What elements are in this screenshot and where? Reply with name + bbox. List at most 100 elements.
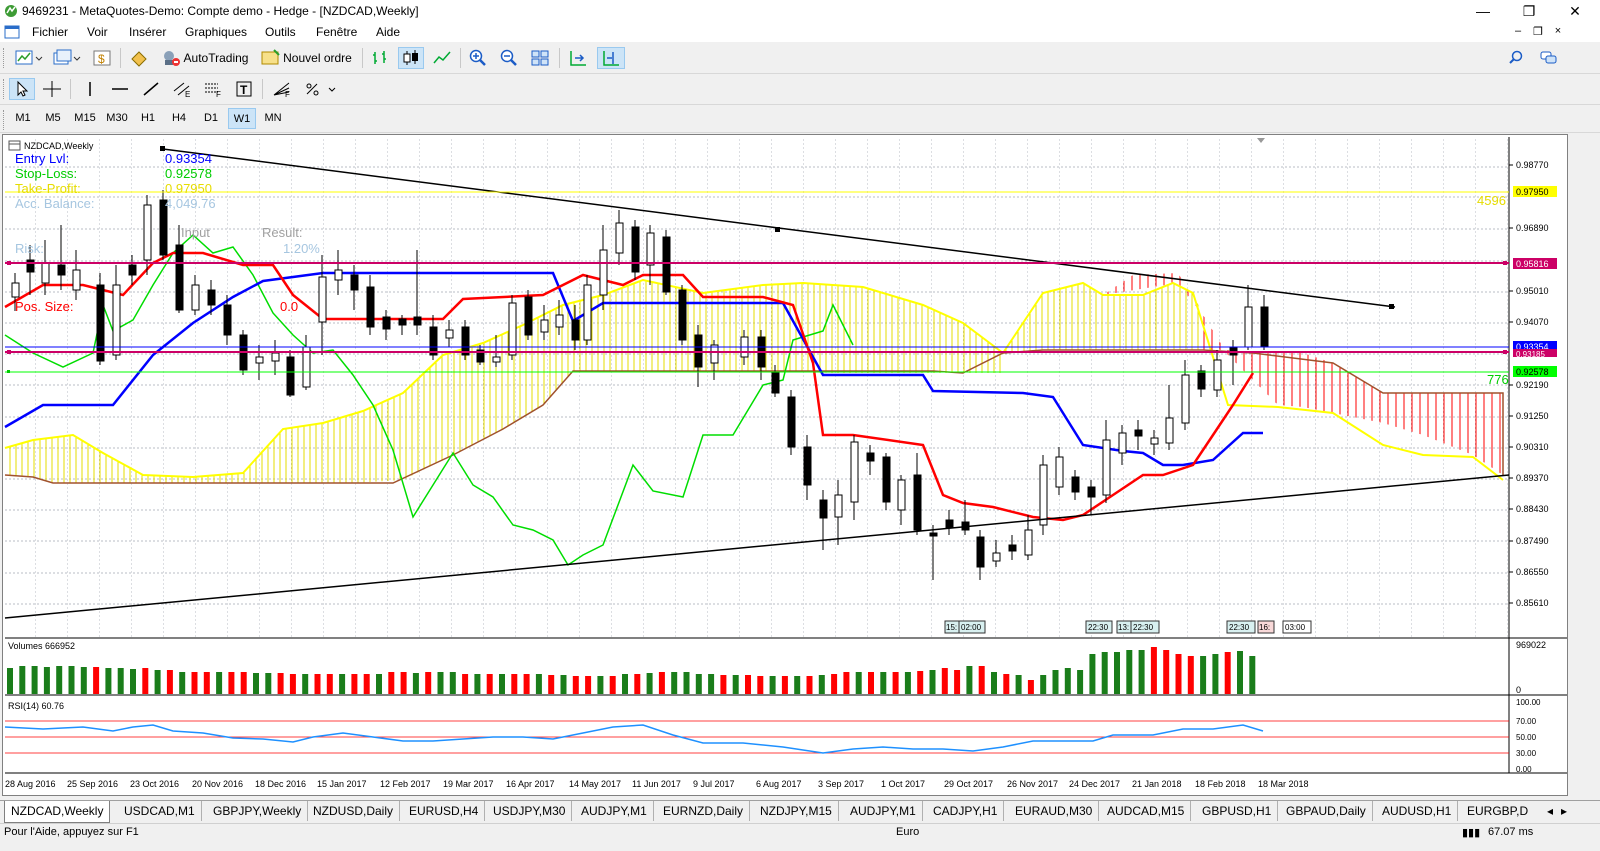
zoom-out-button[interactable] <box>497 47 521 69</box>
tab-nzdcad-weekly[interactable]: NZDCAD,Weekly <box>4 801 111 823</box>
candlestick-button[interactable] <box>398 47 424 69</box>
tab-audusd-h1[interactable]: AUDUSD,H1 <box>1376 801 1459 821</box>
tile-windows-button[interactable] <box>528 47 552 69</box>
autoscroll-button[interactable] <box>566 47 590 69</box>
time-axis[interactable]: 28 Aug 2016 25 Sep 2016 23 Oct 2016 20 N… <box>5 779 1309 789</box>
timeframe-m30[interactable]: M30 <box>103 108 131 129</box>
volume-bar <box>19 666 26 694</box>
tab-eurusd-h4[interactable]: EURUSD,H4 <box>403 801 486 821</box>
mdi-close-button[interactable]: × <box>1550 25 1566 37</box>
date-label: 24 Dec 2017 <box>1069 779 1120 789</box>
trendline-anchor[interactable] <box>1389 304 1394 309</box>
menu-fenetre[interactable]: Fenêtre <box>316 25 357 39</box>
navigator-button[interactable] <box>127 47 151 69</box>
menu-outils[interactable]: Outils <box>265 25 296 39</box>
tab-nzdjpy-m15[interactable]: NZDJPY,M15 <box>754 801 839 821</box>
candle <box>271 352 280 362</box>
minimize-button[interactable]: — <box>1460 0 1506 22</box>
tab-scroll-left-button[interactable]: ◂ <box>1546 801 1554 821</box>
shapes-dropdown-tool[interactable] <box>301 78 341 100</box>
vertical-line-tool[interactable] <box>78 78 102 100</box>
volumes-pane[interactable]: Volumes 666952 969022 0 <box>7 640 1546 695</box>
volume-bar <box>31 666 38 694</box>
tab-audjpy-m1-2[interactable]: AUDJPY,M1 <box>844 801 923 821</box>
toolbar-grip[interactable] <box>3 79 7 99</box>
tab-scroll-right-button[interactable]: ▸ <box>1560 801 1568 821</box>
new-order-button[interactable]: Nouvel ordre <box>258 47 354 69</box>
shapes-dropdown-icon <box>306 83 336 96</box>
menu-aide[interactable]: Aide <box>376 25 400 39</box>
tab-audjpy-m1[interactable]: AUDJPY,M1 <box>575 801 654 821</box>
timeframe-m1[interactable]: M1 <box>9 108 37 129</box>
mdi-minimize-button[interactable]: – <box>1510 25 1526 37</box>
event-label: 22:30 <box>1133 623 1154 632</box>
trendline-tool[interactable] <box>139 78 163 100</box>
candle <box>1055 456 1064 488</box>
volume-bar <box>93 667 100 694</box>
menu-fichier[interactable]: Fichier <box>32 25 68 39</box>
candle <box>945 519 954 529</box>
tab-gbpusd-h1[interactable]: GBPUSD,H1 <box>1196 801 1279 821</box>
cursor-tool[interactable] <box>9 78 35 100</box>
menu-graphiques[interactable]: Graphiques <box>185 25 247 39</box>
tab-euraud-m30[interactable]: EURAUD,M30 <box>1009 801 1100 821</box>
bar-chart-button[interactable] <box>368 47 392 69</box>
zoom-in-button[interactable] <box>466 47 490 69</box>
chart-window[interactable]: 4596 776 0.98770 0.97950 0.96890 0.95816… <box>2 134 1568 796</box>
timeframe-h4[interactable]: H4 <box>165 108 193 129</box>
chart-canvas[interactable]: 4596 776 0.98770 0.97950 0.96890 0.95816… <box>3 135 1567 795</box>
tab-audcad-m15[interactable]: AUDCAD,M15 <box>1101 801 1192 821</box>
timeframe-mn[interactable]: MN <box>259 108 287 129</box>
crosshair-tool[interactable] <box>40 78 64 100</box>
toolbar-grip[interactable] <box>3 48 7 68</box>
tab-gbpjpy-weekly[interactable]: GBPJPY,Weekly <box>207 801 309 821</box>
chart-window-icon[interactable] <box>4 24 20 40</box>
timeframe-h1[interactable]: H1 <box>134 108 162 129</box>
candle <box>1260 306 1269 348</box>
volume-bars <box>7 647 1256 694</box>
new-chart-button[interactable] <box>12 47 46 69</box>
menu-inserer[interactable]: Insérer <box>129 25 166 39</box>
price-axis[interactable]: 0.98770 0.97950 0.96890 0.95816 0.95010 … <box>1509 160 1557 608</box>
chat-button[interactable] <box>1538 47 1560 69</box>
timeframe-m5[interactable]: M5 <box>39 108 67 129</box>
volume-bar <box>511 674 518 694</box>
profiles-button[interactable] <box>50 47 84 69</box>
tab-eurgbp[interactable]: EURGBP,D <box>1461 801 1530 821</box>
timeframe-m15[interactable]: M15 <box>71 108 99 129</box>
candle <box>72 269 81 291</box>
volume-bar <box>868 672 874 694</box>
rsi-scale-label: 30.00 <box>1516 749 1537 758</box>
market-watch-button[interactable]: $ <box>90 47 114 69</box>
restore-button[interactable]: ❐ <box>1506 0 1552 22</box>
horizontal-line-tool[interactable] <box>108 78 132 100</box>
trendline-anchor[interactable] <box>775 227 780 232</box>
timeframe-w1[interactable]: W1 <box>228 108 256 129</box>
fibonacci-tool[interactable]: F <box>201 78 225 100</box>
tab-usdcad-m1[interactable]: USDCAD,M1 <box>118 801 202 821</box>
tab-cadjpy-h1[interactable]: CADJPY,H1 <box>927 801 1005 821</box>
tab-usdjpy-m30[interactable]: USDJPY,M30 <box>487 801 573 821</box>
connection-icon: ▮▮▮ <box>1462 827 1481 839</box>
mdi-restore-button[interactable]: ❐ <box>1530 25 1546 38</box>
line-chart-button[interactable] <box>430 47 454 69</box>
text-tool[interactable]: T <box>232 78 256 100</box>
toolbar-grip[interactable] <box>3 110 7 130</box>
tab-nzdusd-daily[interactable]: NZDUSD,Daily <box>307 801 401 821</box>
timeframe-d1[interactable]: D1 <box>197 108 225 129</box>
search-button[interactable] <box>1505 47 1527 69</box>
fibo-fan-tool[interactable]: F <box>270 78 294 100</box>
tab-eurnzd-daily[interactable]: EURNZD,Daily <box>657 801 751 821</box>
volume-bar <box>560 675 567 694</box>
tab-gbpaud-daily[interactable]: GBPAUD,Daily <box>1280 801 1373 821</box>
close-button[interactable]: ✕ <box>1552 0 1598 22</box>
volume-bar <box>1187 656 1194 694</box>
equidistant-channel-tool[interactable]: E <box>170 78 194 100</box>
rsi-pane[interactable]: RSI(14) 60.76 100.00 70.00 50.00 30.00 0… <box>4 698 1541 774</box>
autotrading-button[interactable]: AutoTrading <box>157 47 252 69</box>
volume-bar <box>130 669 136 694</box>
menu-voir[interactable]: Voir <box>87 25 108 39</box>
chart-shift-button[interactable] <box>597 47 625 69</box>
price-label: 0.85610 <box>1516 598 1549 608</box>
volume-bar <box>904 672 911 694</box>
